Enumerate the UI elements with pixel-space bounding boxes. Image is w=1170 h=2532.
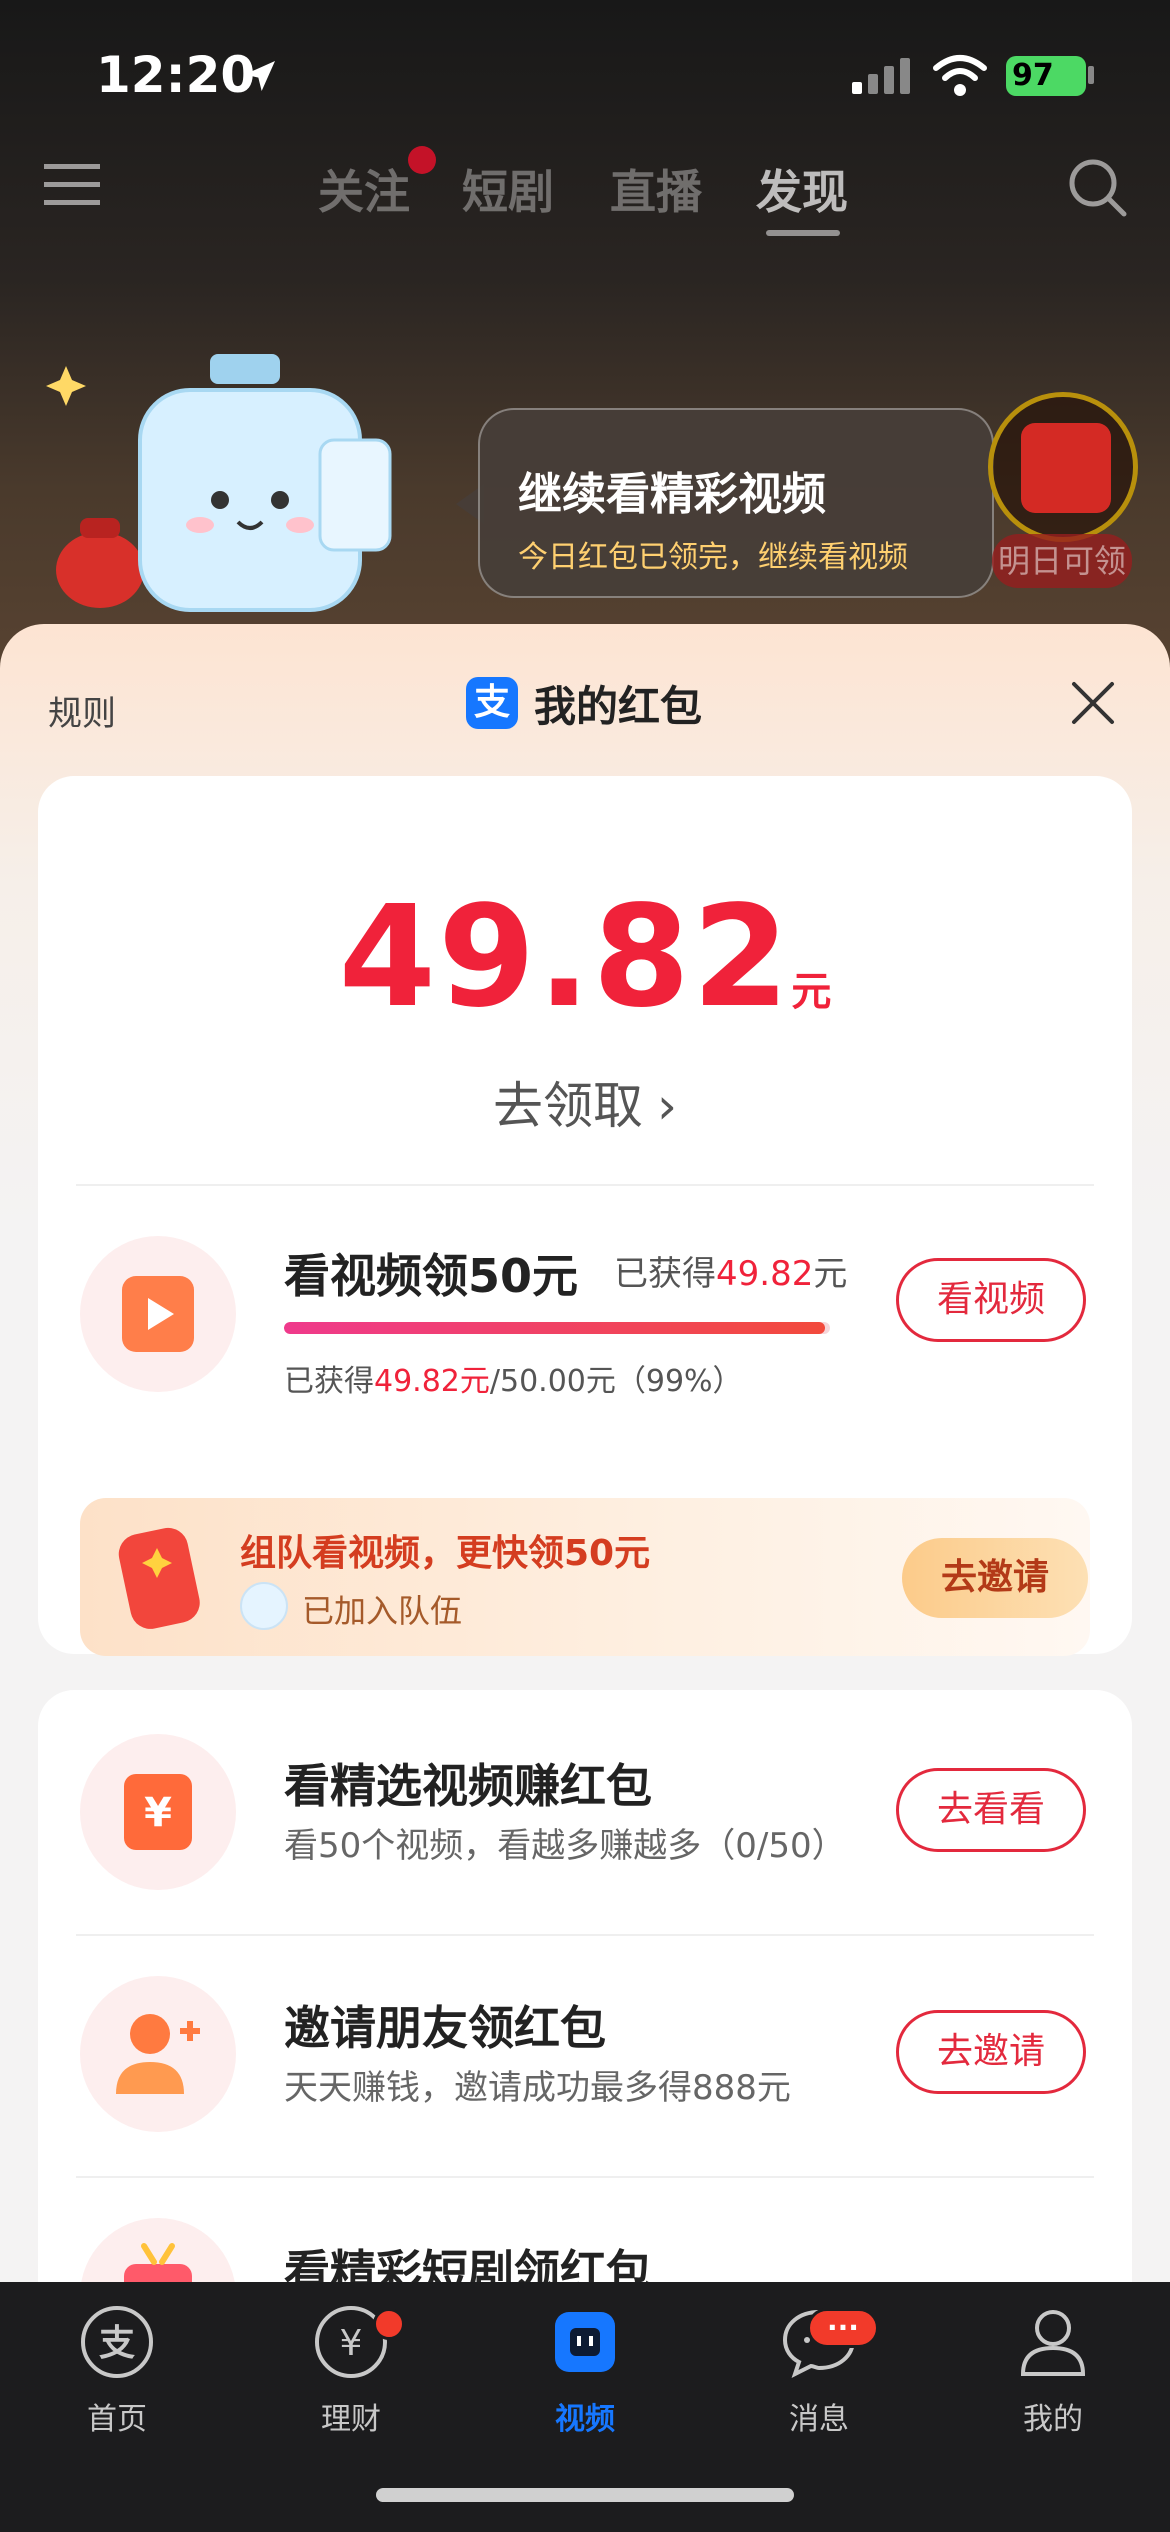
video-tab-icon xyxy=(555,2312,615,2372)
svg-text:支: 支 xyxy=(99,2323,135,2364)
tab-label: 我的 xyxy=(1023,2402,1083,2437)
progress-prefix: 已获得 xyxy=(284,1364,374,1399)
task-title: 邀请朋友领红包 xyxy=(284,2001,606,2055)
video-task-progress xyxy=(284,1322,830,1334)
balance-unit: 元 xyxy=(791,969,832,1015)
location-arrow-icon xyxy=(245,61,275,91)
video-task-title: 看视频领50元 xyxy=(284,1249,579,1303)
bubble-subtitle: 今日红包已领完，继续看视频 xyxy=(518,540,908,575)
status-bar: 12:20 97 xyxy=(0,0,1170,150)
red-envelope-icon xyxy=(118,1527,200,1629)
task-subtitle: 看50个视频，看越多赚越多（0/50） xyxy=(284,1826,846,1866)
team-avatar xyxy=(240,1582,288,1630)
bubble-title: 继续看精彩视频 xyxy=(518,469,826,520)
claim-label: 去领取 xyxy=(493,1077,643,1135)
tab-label: 视频 xyxy=(555,2402,615,2437)
person-icon xyxy=(1020,2310,1086,2376)
balance-amount-row: 49.82元 xyxy=(38,876,1132,1039)
video-task-icon-bg xyxy=(80,1236,236,1392)
menu-icon[interactable] xyxy=(44,160,100,210)
team-invite-button[interactable]: 去邀请 xyxy=(902,1538,1088,1618)
tab-underline xyxy=(766,230,840,236)
alipay-home-icon: 支 xyxy=(81,2306,153,2378)
home-indicator xyxy=(376,2488,794,2502)
progress-amount: 49.82元 xyxy=(374,1364,490,1399)
wifi-icon xyxy=(933,55,987,96)
wealth-badge-dot xyxy=(373,2308,405,2340)
task-icon-bg xyxy=(80,1976,236,2132)
red-packet-sheet: 规则 支 我的红包 49.82元 去领取› 看视频领50元 已获得49.82元 xyxy=(0,624,1170,2390)
earned-suffix: 元 xyxy=(813,1254,848,1294)
balance-amount: 49.82 xyxy=(338,876,792,1039)
divider xyxy=(76,1184,1094,1186)
progress-text: 已获得49.82元/50.00元（99%） xyxy=(284,1356,743,1400)
follow-badge-dot xyxy=(408,146,436,174)
tab-video[interactable]: 视频 xyxy=(505,2302,665,2438)
messages-badge: ··· xyxy=(807,2308,879,2348)
task-title: 看精选视频赚红包 xyxy=(284,1759,652,1813)
balance-card: 49.82元 去领取 › 看视频领50元 已获得49.82元 已获得49.82元/… xyxy=(38,776,1132,1656)
tab-messages[interactable]: ··· 消息 xyxy=(739,2302,899,2438)
claim-link[interactable]: 去领取 › xyxy=(38,1066,1132,1138)
red-envelope-icon xyxy=(1021,423,1111,513)
add-friend-icon xyxy=(116,2014,200,2094)
search-icon[interactable] xyxy=(1066,156,1128,218)
tab-short-drama[interactable]: 短剧 xyxy=(462,156,554,222)
progress-suffix: /50.00元（99%） xyxy=(489,1364,743,1399)
invite-friends-button[interactable]: 去邀请 xyxy=(896,2010,1086,2094)
task-subtitle: 天天赚钱，邀请成功最多得888元 xyxy=(284,2068,791,2108)
earned-prefix: 已获得 xyxy=(614,1254,716,1294)
continue-watching-bubble: 继续看精彩视频 今日红包已领完，继续看视频 xyxy=(478,408,994,598)
team-status: 已加入队伍 xyxy=(302,1592,463,1630)
divider xyxy=(76,1934,1094,1936)
close-icon[interactable] xyxy=(1070,680,1116,726)
alipay-logo-icon: 支 xyxy=(466,677,518,729)
sheet-title: 我的红包 xyxy=(534,681,703,731)
mascot-illustration xyxy=(46,354,392,612)
go-watch-button[interactable]: 去看看 xyxy=(896,1768,1086,1852)
divider xyxy=(76,2176,1094,2178)
top-nav: 关注 短剧 直播 发现 xyxy=(0,140,1170,250)
progress-fill xyxy=(284,1322,825,1334)
tab-label: 首页 xyxy=(87,2402,147,2437)
watch-video-button[interactable]: 看视频 xyxy=(896,1258,1086,1342)
tab-profile[interactable]: 我的 xyxy=(973,2302,1133,2438)
battery-indicator: 97 xyxy=(1006,56,1086,96)
tab-label: 理财 xyxy=(321,2402,381,2437)
sheet-header: 支 我的红包 xyxy=(466,676,702,731)
tab-follow[interactable]: 关注 xyxy=(318,156,410,222)
tab-live[interactable]: 直播 xyxy=(610,156,702,222)
chevron-right-icon: › xyxy=(657,1077,677,1135)
video-task-earned: 已获得49.82元 xyxy=(614,1246,847,1295)
tab-discover[interactable]: 发现 xyxy=(756,156,848,222)
tab-wealth[interactable]: ¥ 理财 xyxy=(271,2302,431,2438)
battery-nub xyxy=(1088,66,1094,84)
red-envelope-coin[interactable] xyxy=(988,392,1138,542)
task-icon-bg: ¥ xyxy=(80,1734,236,1890)
svg-text:¥: ¥ xyxy=(144,1790,172,1836)
coin-label: 明日可领 xyxy=(992,534,1132,588)
yuan-coupon-icon: ¥ xyxy=(124,1774,192,1850)
status-time: 12:20 xyxy=(96,46,256,104)
tab-label: 消息 xyxy=(789,2402,849,2437)
team-title: 组队看视频，更快领50元 xyxy=(240,1533,651,1574)
rules-link[interactable]: 规则 xyxy=(48,686,116,735)
tab-home[interactable]: 支 首页 xyxy=(37,2302,197,2438)
signal-icon xyxy=(852,58,910,94)
earned-amount: 49.82 xyxy=(716,1254,814,1294)
team-banner[interactable]: 组队看视频，更快领50元 已加入队伍 去邀请 xyxy=(80,1498,1090,1656)
play-video-icon xyxy=(122,1276,194,1352)
svg-text:¥: ¥ xyxy=(340,2323,363,2364)
